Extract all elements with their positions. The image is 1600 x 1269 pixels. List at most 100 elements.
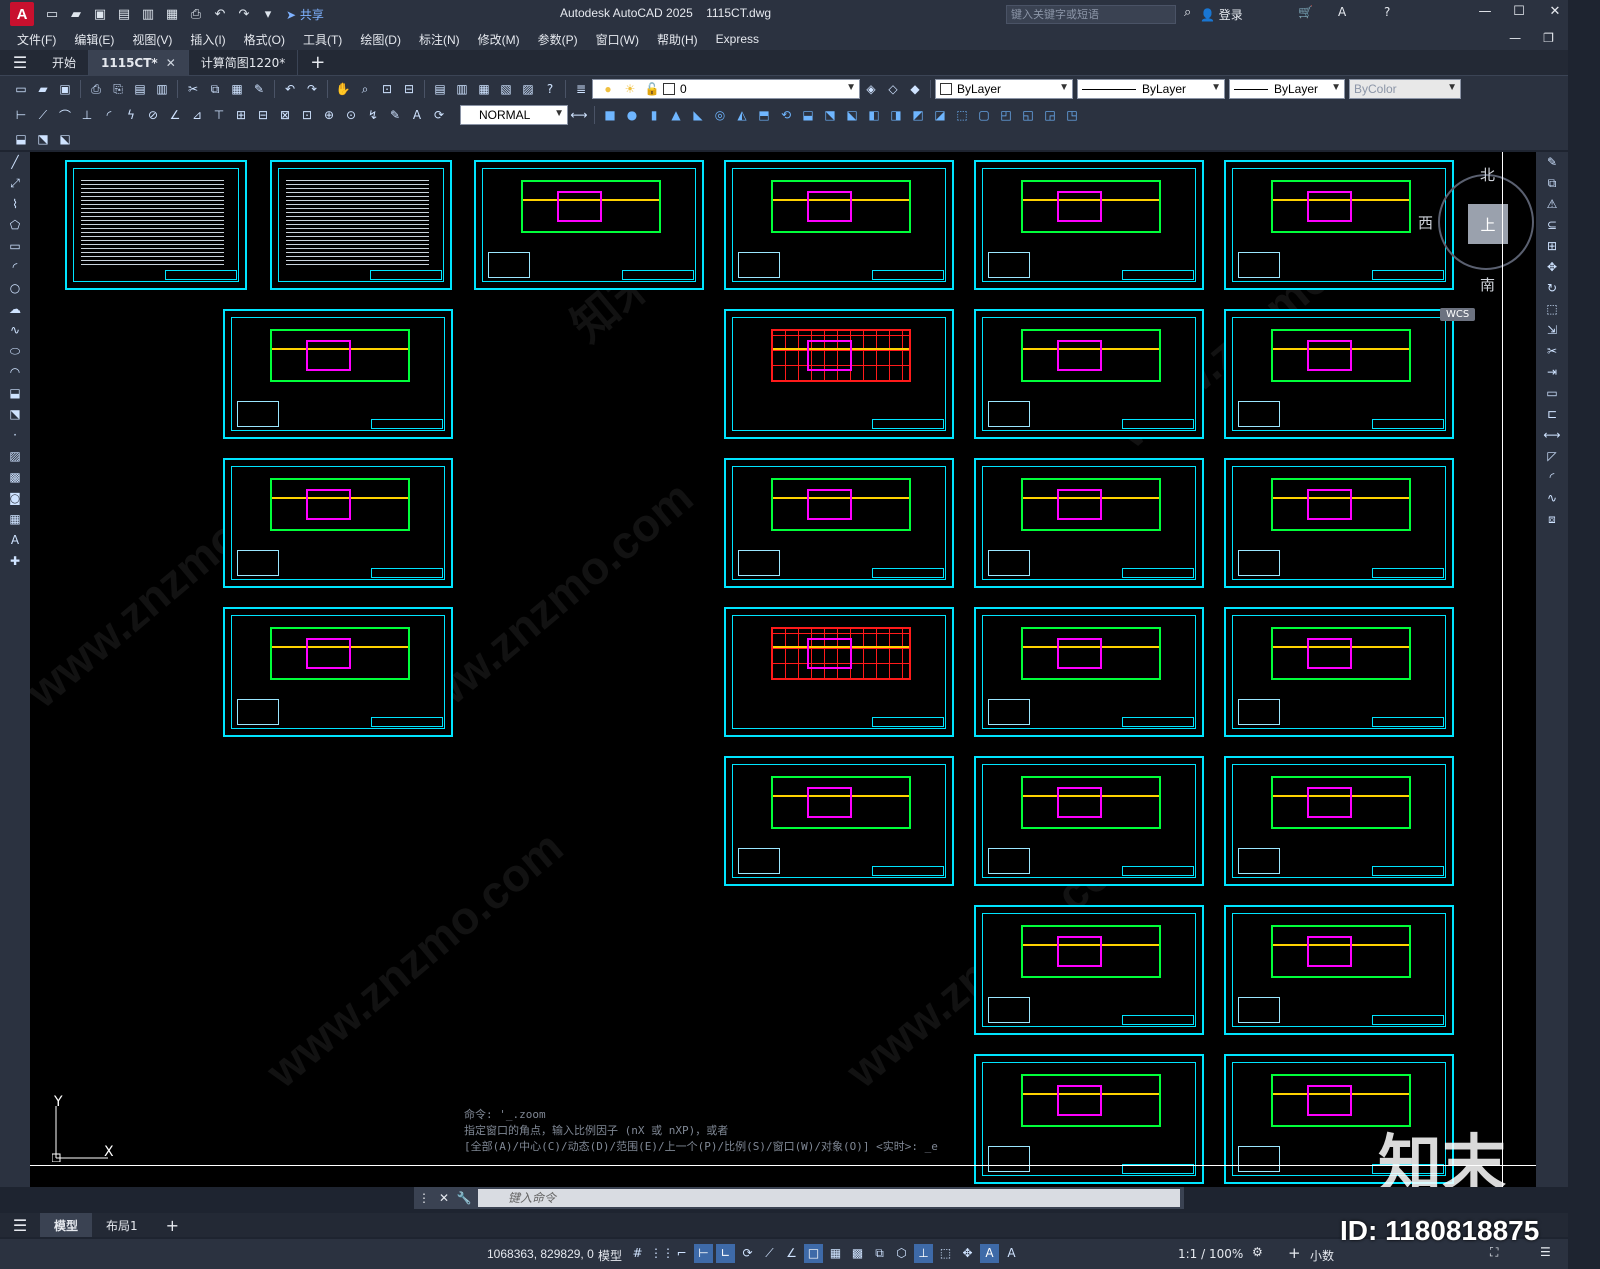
units-dropdown[interactable]: 小数: [1310, 1247, 1334, 1264]
new-file-icon[interactable]: ▭: [42, 4, 62, 24]
quick-dim-icon[interactable]: ⊿: [187, 105, 207, 125]
section-icon[interactable]: ◪: [930, 105, 950, 125]
drawing-sheet[interactable]: [974, 458, 1204, 588]
explode-icon[interactable]: ⧈: [1543, 512, 1561, 530]
jogged-dim-icon[interactable]: ϟ: [121, 105, 141, 125]
autodesk-app-icon[interactable]: A: [1338, 5, 1346, 19]
scale-icon[interactable]: ⬚: [1543, 302, 1561, 320]
gradient-icon[interactable]: ▩: [6, 470, 24, 488]
drawing-sheet[interactable]: [724, 160, 954, 290]
lineweight-icon[interactable]: ▦: [826, 1244, 845, 1263]
layer-states-icon[interactable]: ◆: [905, 79, 925, 99]
layer-properties-icon[interactable]: ≣: [571, 79, 591, 99]
dimstyle-icon[interactable]: ⟷: [569, 105, 589, 125]
hatch-icon[interactable]: ▨: [6, 449, 24, 467]
selection-cycling-icon[interactable]: ⧉: [870, 1244, 889, 1263]
layer-dropdown[interactable]: ● ☀ 🔓 0 ▼: [592, 79, 860, 99]
annotation-monitor-icon[interactable]: +: [1288, 1244, 1301, 1262]
fillet-edge-icon[interactable]: ◰: [996, 105, 1016, 125]
dimtedit-icon[interactable]: A: [407, 105, 427, 125]
isodraft-icon[interactable]: ⟋: [760, 1244, 779, 1263]
erase-icon[interactable]: ✎: [1543, 155, 1561, 173]
app-menu-icon[interactable]: ☰: [0, 53, 40, 72]
selection-filter-icon[interactable]: ⬚: [936, 1244, 955, 1263]
spline-icon[interactable]: ∿: [6, 323, 24, 341]
open-icon[interactable]: ▰: [33, 79, 53, 99]
menu-express[interactable]: Express: [707, 32, 768, 46]
snap-icon[interactable]: ⋮⋮: [650, 1244, 674, 1263]
publish-icon[interactable]: ▤: [130, 79, 150, 99]
ellipse-icon[interactable]: ⬭: [6, 344, 24, 362]
dynamic-ucs-icon[interactable]: ⊥: [914, 1244, 933, 1263]
fillet-icon[interactable]: ◜: [1543, 470, 1561, 488]
stretch-icon[interactable]: ⇲: [1543, 323, 1561, 341]
search-icon[interactable]: ⌕: [1184, 5, 1191, 20]
share-button[interactable]: ➤ 共享: [286, 6, 324, 23]
menu-help[interactable]: 帮助(H): [648, 31, 707, 48]
plot-icon[interactable]: ⎙: [86, 79, 106, 99]
chamfer-icon[interactable]: ◸: [1543, 449, 1561, 467]
undo-icon[interactable]: ↶: [210, 4, 230, 24]
3d-print-icon[interactable]: ▥: [152, 79, 172, 99]
doc-minimize-icon[interactable]: —: [1509, 31, 1521, 45]
menu-modify[interactable]: 修改(M): [469, 31, 529, 48]
model-space-button[interactable]: 模型: [598, 1247, 622, 1264]
coordinates-readout[interactable]: 1068363, 829829, 0: [487, 1247, 594, 1261]
blend-icon[interactable]: ∿: [1543, 491, 1561, 509]
cut-icon[interactable]: ✂: [183, 79, 203, 99]
menu-window[interactable]: 窗口(W): [587, 31, 648, 48]
undo-icon[interactable]: ↶: [280, 79, 300, 99]
menu-draw[interactable]: 绘图(D): [351, 31, 410, 48]
angular-dim-icon[interactable]: ∠: [165, 105, 185, 125]
aligned-dim-icon[interactable]: ⟋: [33, 105, 53, 125]
drawing-sheet[interactable]: [724, 607, 954, 737]
box-icon[interactable]: ■: [600, 105, 620, 125]
join-icon[interactable]: ⟷: [1543, 428, 1561, 446]
make-block-icon[interactable]: ⬔: [6, 407, 24, 425]
3d-osnap-icon[interactable]: ⬡: [892, 1244, 911, 1263]
save-icon[interactable]: ▣: [90, 4, 110, 24]
close-icon[interactable]: ✕: [1540, 4, 1570, 24]
lineweight-dropdown[interactable]: ByLayer ▼: [1229, 79, 1345, 99]
drawing-sheet[interactable]: [1224, 458, 1454, 588]
help-icon[interactable]: ?: [1384, 5, 1390, 19]
command-input[interactable]: 键入命令: [478, 1189, 1180, 1207]
zoom-realtime-icon[interactable]: ⌕: [355, 79, 375, 99]
drawing-canvas[interactable]: www.znzmo.com www.znzmo.com www.znzmo.co…: [30, 152, 1536, 1187]
login-button[interactable]: 👤 登录: [1200, 6, 1243, 23]
drawing-sheet[interactable]: [1224, 309, 1454, 439]
open-folder-icon[interactable]: ▰: [66, 4, 86, 24]
infer-constraints-icon[interactable]: ⌐: [672, 1244, 691, 1263]
maximize-icon[interactable]: ☐: [1504, 4, 1534, 24]
jogged-linear-icon[interactable]: ↯: [363, 105, 383, 125]
subtract-icon[interactable]: ◧: [864, 105, 884, 125]
drawing-sheet[interactable]: [974, 160, 1204, 290]
menu-insert[interactable]: 插入(I): [181, 31, 234, 48]
menu-file[interactable]: 文件(F): [8, 31, 65, 48]
wcs-menu[interactable]: WCS: [1440, 308, 1476, 321]
radius-dim-icon[interactable]: ◜: [99, 105, 119, 125]
ortho-icon[interactable]: ∟: [716, 1244, 735, 1263]
redo-icon[interactable]: ↷: [234, 4, 254, 24]
customize-dropdown-icon[interactable]: ▾: [258, 4, 278, 24]
drawing-sheet[interactable]: [974, 756, 1204, 886]
drawing-sheet[interactable]: [974, 607, 1204, 737]
auto-scale-icon[interactable]: A: [1002, 1244, 1021, 1263]
union-icon[interactable]: ⬕: [842, 105, 862, 125]
tolerance-icon[interactable]: ⊡: [297, 105, 317, 125]
presspull-icon[interactable]: ⬚: [952, 105, 972, 125]
tab-layout1[interactable]: 布局1: [92, 1213, 152, 1237]
fullscreen-icon[interactable]: ⛶: [1490, 1245, 1498, 1260]
drawing-sheet[interactable]: [724, 756, 954, 886]
object-snap-icon[interactable]: □: [804, 1244, 823, 1263]
tab-model[interactable]: 模型: [40, 1213, 93, 1237]
extend-icon[interactable]: ⇥: [1543, 365, 1561, 383]
inspection-icon[interactable]: ⊙: [341, 105, 361, 125]
copy-icon[interactable]: ⧉: [205, 79, 225, 99]
revcloud-icon[interactable]: ☁: [6, 302, 24, 320]
tab-calc-diagram[interactable]: 计算简图1220*: [189, 49, 299, 76]
viewcube-west[interactable]: 西: [1418, 212, 1433, 233]
tab-1115ct[interactable]: 1115CT* ✕: [89, 49, 189, 76]
minimize-icon[interactable]: —: [1470, 4, 1500, 24]
dynamic-input-icon[interactable]: ⊢: [694, 1244, 713, 1263]
